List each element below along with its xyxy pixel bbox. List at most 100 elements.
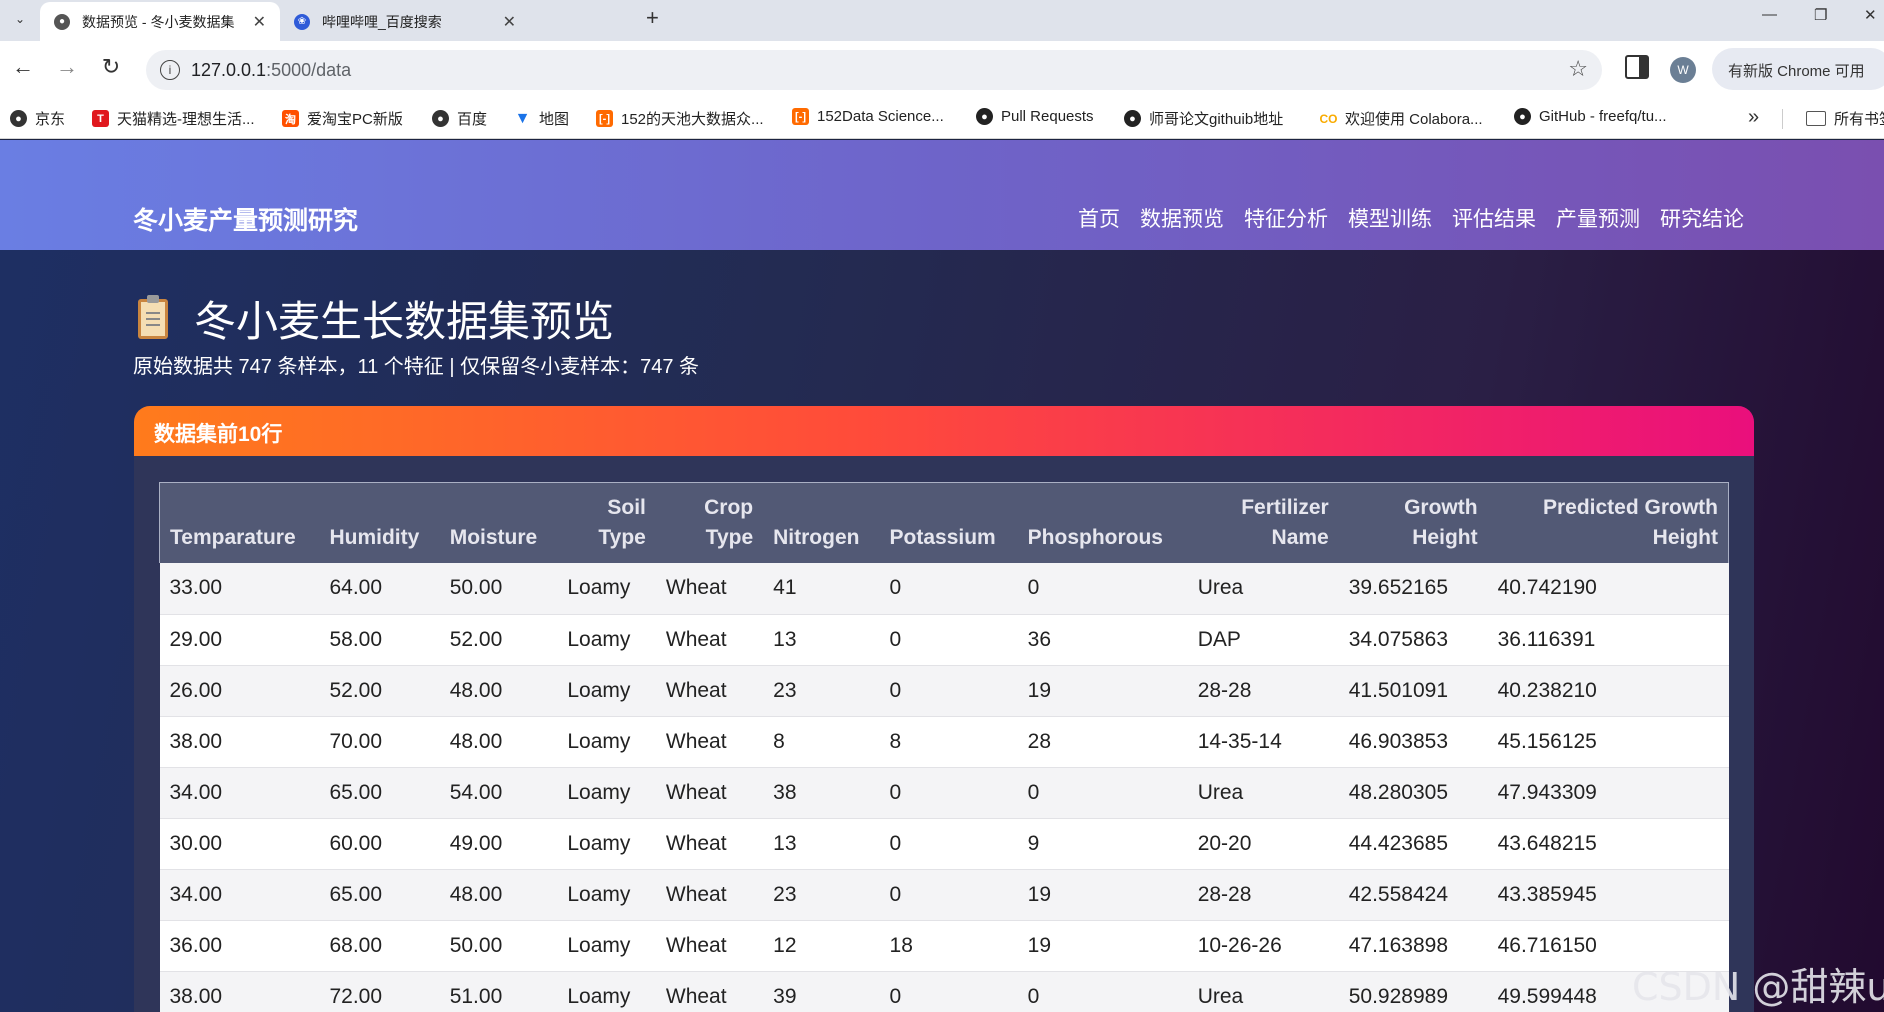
folder-label: 所有书签 xyxy=(1834,111,1884,128)
github-icon: ● xyxy=(1124,110,1141,127)
table-cell: 28-28 xyxy=(1187,665,1339,717)
table-row: 38.00 70.00 48.00 Loamy Wheat 8 8 28 14-35-14 46.… xyxy=(159,716,1729,768)
chevron-double-right-icon[interactable]: » xyxy=(1748,106,1759,129)
close-window-icon[interactable]: ✕ xyxy=(1864,6,1877,24)
bookmark-pull-requests[interactable]: ● Pull Requests xyxy=(976,108,1094,125)
table-cell: 42.558424 xyxy=(1338,869,1488,921)
back-icon[interactable]: ← xyxy=(8,54,38,80)
table-cell: Wheat xyxy=(655,614,764,666)
forward-icon[interactable]: → xyxy=(52,54,82,80)
table-cell: 50.928989 xyxy=(1338,971,1488,1012)
nav-home[interactable]: 首页 xyxy=(1078,203,1120,233)
restore-icon[interactable]: ❐ xyxy=(1814,6,1827,24)
bookmark-map[interactable]: ▼ 地图 xyxy=(514,108,569,129)
site-info-icon[interactable]: i xyxy=(160,60,180,80)
table-cell: 13 xyxy=(763,614,880,666)
table-cell: 38.00 xyxy=(159,716,320,768)
table-row: 34.00 65.00 54.00 Loamy Wheat 38 0 0 Urea 48.2803… xyxy=(159,767,1729,819)
table-cell: 47.163898 xyxy=(1338,920,1488,972)
table-cell: 39 xyxy=(763,971,880,1012)
bookmark-jd[interactable]: ● 京东 xyxy=(10,108,65,129)
column-header: Phosphorous xyxy=(1017,482,1188,563)
nav-yield-prediction[interactable]: 产量预测 xyxy=(1556,203,1640,233)
table-cell: 47.943309 xyxy=(1487,767,1729,819)
bookmark-label: 152的天池大数据众... xyxy=(621,111,764,128)
bookmark-tianchi-2[interactable]: [-] 152Data Science... xyxy=(792,108,944,125)
column-header: Crop Type xyxy=(655,482,764,563)
bookmark-baidu[interactable]: ● 百度 xyxy=(432,108,487,129)
table-cell: 0 xyxy=(879,767,1018,819)
address-bar[interactable]: i 127.0.0.1:5000/data ☆ xyxy=(146,50,1602,90)
table-cell: 43.385945 xyxy=(1487,869,1729,921)
table-cell: Loamy xyxy=(557,563,656,615)
tab-search-button[interactable]: ⌄ xyxy=(6,5,34,33)
all-bookmarks-folder[interactable]: 所有书签 xyxy=(1806,108,1884,129)
table-cell: 48.280305 xyxy=(1338,767,1488,819)
nav-feature-analysis[interactable]: 特征分析 xyxy=(1244,203,1328,233)
table-cell: 46.903853 xyxy=(1338,716,1488,768)
url-text[interactable]: 127.0.0.1:5000/data xyxy=(191,60,351,81)
bookmark-github-freefq[interactable]: ● GitHub - freefq/tu... xyxy=(1514,108,1667,125)
bookmark-thesis-github[interactable]: ● 师哥论文githuib地址 xyxy=(1124,108,1283,129)
column-header: Soil Type xyxy=(557,482,656,563)
table-cell: 19 xyxy=(1017,869,1188,921)
table-cell: 54.00 xyxy=(439,767,558,819)
tmall-icon: T xyxy=(92,110,109,127)
site-brand[interactable]: 冬小麦产量预测研究 xyxy=(133,201,358,237)
table-cell: 48.00 xyxy=(439,869,558,921)
table-cell: 0 xyxy=(879,563,1018,615)
column-header-line: Type xyxy=(598,526,646,549)
bookmark-tianchi-1[interactable]: [-] 152的天池大数据众... xyxy=(596,108,764,129)
table-row: 36.00 68.00 50.00 Loamy Wheat 12 18 19 10-26-26 4… xyxy=(159,920,1729,972)
chevron-down-icon: ⌄ xyxy=(14,12,26,26)
bookmark-colab[interactable]: CO 欢迎使用 Colabora... xyxy=(1320,108,1483,129)
bookmark-tmall[interactable]: T 天猫精选-理想生活... xyxy=(92,108,255,129)
column-header: Moisture xyxy=(439,482,558,563)
table-cell: 40.742190 xyxy=(1487,563,1729,615)
table-cell: 23 xyxy=(763,869,880,921)
table-cell: 49.00 xyxy=(439,818,558,870)
table-header-row: Temparature Humidity Moisture Soil Type Crop T… xyxy=(159,482,1729,563)
reload-icon[interactable]: ↻ xyxy=(96,54,126,80)
table-cell: 8 xyxy=(763,716,880,768)
table-cell: Wheat xyxy=(655,818,764,870)
nav-evaluation[interactable]: 评估结果 xyxy=(1452,203,1536,233)
column-header-line: Type xyxy=(705,526,754,549)
table-container[interactable]: Temparature Humidity Moisture Soil Type Crop T… xyxy=(159,482,1729,1012)
bookmark-taobao[interactable]: 淘 爱淘宝PC新版 xyxy=(282,108,403,129)
web-page: 冬小麦产量预测研究 首页 数据预览 特征分析 模型训练 评估结果 产量预测 研究… xyxy=(0,140,1884,1012)
nav-conclusion[interactable]: 研究结论 xyxy=(1660,203,1744,233)
table-cell: 60.00 xyxy=(319,818,440,870)
chrome-update-button[interactable]: 有新版 Chrome 可用 xyxy=(1712,48,1884,90)
tianchi-icon: [-] xyxy=(596,110,613,127)
column-header: Fertilizer Name xyxy=(1187,482,1339,563)
new-tab-button[interactable]: + xyxy=(646,5,659,31)
close-icon[interactable]: ✕ xyxy=(503,12,516,32)
close-icon[interactable]: ✕ xyxy=(253,12,266,32)
table-cell: Urea xyxy=(1187,971,1339,1012)
tab-data-preview[interactable]: ● 数据预览 - 冬小麦数据集 ✕ xyxy=(40,2,280,41)
table-cell: 23 xyxy=(763,665,880,717)
site-nav-links: 首页 数据预览 特征分析 模型训练 评估结果 产量预测 研究结论 xyxy=(1058,203,1744,233)
table-cell: Loamy xyxy=(557,767,656,819)
table-cell: Wheat xyxy=(655,971,764,1012)
table-cell: 30.00 xyxy=(159,818,320,870)
bookmark-label: 地图 xyxy=(539,111,570,128)
minimize-icon[interactable]: — xyxy=(1762,6,1777,23)
table-cell: 38.00 xyxy=(159,971,320,1012)
bookmark-star-icon[interactable]: ☆ xyxy=(1568,56,1588,82)
table-cell: 48.00 xyxy=(439,716,558,768)
table-cell: 0 xyxy=(879,665,1018,717)
tianchi-icon: [-] xyxy=(792,108,809,125)
page-title-row: 冬小麦生长数据集预览 xyxy=(138,288,614,349)
nav-data-preview[interactable]: 数据预览 xyxy=(1140,203,1224,233)
table-cell: 41.501091 xyxy=(1338,665,1488,717)
folder-icon xyxy=(1806,111,1826,126)
nav-model-training[interactable]: 模型训练 xyxy=(1348,203,1432,233)
side-panel-icon[interactable] xyxy=(1625,55,1649,79)
table-cell: Wheat xyxy=(655,563,764,615)
avatar[interactable]: W xyxy=(1670,57,1696,83)
table-cell: 41 xyxy=(763,563,880,615)
tab-bilibili-search[interactable]: ❀ 哔哩哔哩_百度搜索 ✕ xyxy=(280,2,530,41)
column-header-line: Name xyxy=(1271,526,1329,549)
